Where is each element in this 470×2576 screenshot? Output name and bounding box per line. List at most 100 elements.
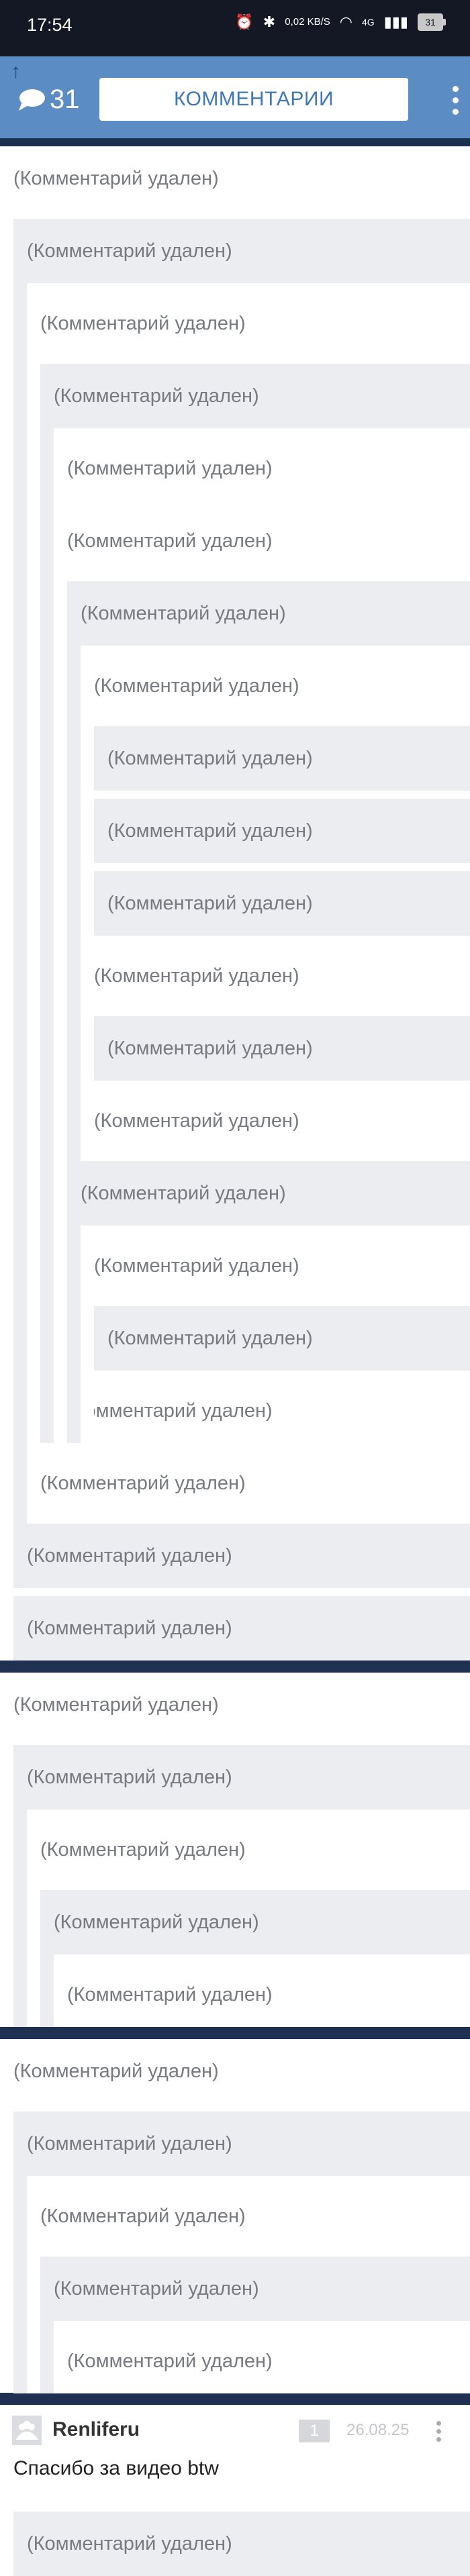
deleted-comment-label: (Комментарий удален) bbox=[54, 385, 259, 407]
deleted-comment-row[interactable]: (Комментарий удален) bbox=[0, 146, 470, 211]
thread-divider bbox=[0, 1661, 470, 1673]
deleted-comment-label: (Комментарий удален) bbox=[107, 748, 313, 769]
deleted-comment-label: (Комментарий удален) bbox=[27, 2533, 232, 2555]
deleted-comment-label: (Комментарий удален) bbox=[27, 1545, 232, 1567]
deleted-comment-row[interactable]: (Комментарий удален) bbox=[81, 944, 470, 1008]
deleted-comment-row[interactable]: (Комментарий удален) bbox=[54, 436, 470, 501]
deleted-comment-label: (Комментарий удален) bbox=[67, 458, 273, 479]
deleted-comment-row[interactable]: (Комментарий удален) bbox=[94, 726, 470, 791]
thread-indent-line bbox=[27, 2248, 40, 2393]
comment-menu-icon[interactable] bbox=[436, 2421, 441, 2442]
thread-indent-line bbox=[13, 2176, 27, 2393]
more-menu-icon[interactable] bbox=[453, 86, 459, 115]
thread-divider bbox=[0, 2027, 470, 2039]
deleted-comment-label: (Комментарий удален) bbox=[81, 1183, 286, 1204]
deleted-comment-label: (Комментарий удален) bbox=[27, 2133, 232, 2154]
alarm-icon: ⏰ bbox=[235, 13, 254, 30]
deleted-comment-label: (Комментарий удален) bbox=[40, 2206, 246, 2227]
deleted-comment-label: (Комментарий удален) bbox=[94, 1255, 299, 1277]
thread-indent-line bbox=[81, 1298, 94, 1443]
deleted-comment-row[interactable]: (Комментарий удален) bbox=[81, 1089, 470, 1153]
deleted-comment-label: (Комментарий удален) bbox=[54, 1912, 259, 1933]
deleted-comment-label: (Комментарий удален) bbox=[107, 1328, 313, 1349]
bluetooth-icon: ✱ bbox=[263, 13, 276, 30]
comment-bubble-icon bbox=[19, 89, 45, 111]
deleted-comment-label: (Комментарий удален) bbox=[40, 1839, 246, 1861]
comment-count: 31 bbox=[50, 85, 80, 114]
deleted-comment-label: (Комментарий удален) bbox=[67, 1984, 273, 2005]
deleted-comment-label: (Комментарий удален) bbox=[81, 603, 286, 624]
thread-indent-line bbox=[81, 718, 94, 1008]
deleted-comment-row[interactable]: (Комментарий удален) bbox=[27, 2184, 470, 2248]
deleted-comment-row[interactable]: (Комментарий удален) bbox=[13, 1596, 470, 1661]
deleted-comment-label: (Комментарий удален) bbox=[40, 1473, 246, 1494]
deleted-comment-label: (Комментарий удален) bbox=[13, 2061, 219, 2082]
deleted-comment-row[interactable]: (Комментарий удален) bbox=[94, 871, 470, 936]
thread-indent-line bbox=[81, 1008, 94, 1153]
deleted-comment-label: (Комментарий удален) bbox=[27, 1767, 232, 1788]
comments-title-button[interactable]: КОММЕНТАРИИ bbox=[99, 78, 408, 121]
deleted-comment-label: (Комментарий удален) bbox=[67, 530, 273, 552]
deleted-comment-row[interactable]: (Комментарий удален) bbox=[13, 1745, 470, 1810]
deleted-comment-label: (Комментарий удален) bbox=[27, 240, 232, 262]
deleted-comment-row[interactable]: (Комментарий удален) bbox=[94, 1016, 470, 1081]
thread-indent-line bbox=[40, 428, 54, 1443]
deleted-comment-label: (Комментарий удален) bbox=[67, 2350, 273, 2372]
deleted-comment-label: (Комментарий удален) bbox=[94, 675, 299, 697]
battery-icon: 31 bbox=[418, 13, 446, 31]
wifi-icon: ◠ bbox=[339, 13, 352, 30]
deleted-comment-row[interactable]: (Комментарий удален) bbox=[67, 581, 470, 646]
thread-indent-line bbox=[54, 573, 67, 1443]
deleted-comment-row[interactable]: (Комментарий удален) bbox=[54, 2329, 470, 2393]
deleted-comment-row[interactable]: (Комментарий удален) bbox=[13, 219, 470, 283]
thread-indent-line bbox=[67, 646, 81, 1226]
signal-icon: ▮▮▮ bbox=[383, 13, 408, 30]
deleted-comment-row[interactable]: (Комментарий удален) bbox=[27, 291, 470, 356]
deleted-comment-label: (Комментарий удален) bbox=[107, 1038, 313, 1059]
deleted-comment-row[interactable]: (Комментарий удален) bbox=[40, 2257, 470, 2321]
deleted-comment-row[interactable]: (Комментарий удален) bbox=[40, 364, 470, 428]
deleted-comment-label: (Комментарий удален) bbox=[107, 820, 313, 842]
deleted-comment-row[interactable]: (Комментарий удален) bbox=[13, 2112, 470, 2176]
deleted-comment-label: (Комментарий удален) bbox=[40, 313, 246, 334]
thread-indent-line bbox=[40, 1954, 54, 2027]
thread-divider bbox=[0, 2393, 470, 2405]
network-type: 4G bbox=[361, 17, 375, 28]
header-divider bbox=[0, 138, 470, 146]
network-speed: 0,02 KB/S bbox=[285, 16, 330, 28]
deleted-comment-row[interactable]: (Комментарий удален) bbox=[94, 799, 470, 863]
deleted-comment-label: (Комментарий удален) bbox=[27, 1618, 232, 1639]
deleted-comment-row[interactable]: (Комментарий удален) bbox=[54, 509, 470, 573]
deleted-comment-label: (Комментарий удален) bbox=[54, 2278, 259, 2299]
deleted-comment-row[interactable]: (Комментарий удален) bbox=[13, 2512, 470, 2576]
deleted-comment-label: (Комментарий удален) bbox=[94, 1110, 299, 1132]
status-time: 17:54 bbox=[27, 15, 73, 35]
deleted-comment-row[interactable]: (Комментарий удален) bbox=[13, 1524, 470, 1588]
deleted-comment-row[interactable]: (Комментарий удален) bbox=[81, 1234, 470, 1298]
status-bar: 17:54 ⏰ ✱ 0,02 KB/S ◠ 4G ▮▮▮ 31 bbox=[0, 0, 470, 56]
deleted-comment-label: (Комментарий удален) bbox=[107, 893, 313, 914]
deleted-comment-row[interactable]: (Комментарий удален) bbox=[67, 1161, 470, 1226]
thread-indent-line bbox=[13, 1810, 27, 2027]
deleted-comment-row[interactable]: (Комментарий удален) bbox=[54, 1963, 470, 2027]
deleted-comment-row[interactable]: (Комментарий удален) bbox=[27, 1818, 470, 1882]
comment-text: Спасибо за видео btw bbox=[13, 2457, 219, 2479]
thread-indent-line bbox=[27, 356, 40, 1516]
deleted-comment-row[interactable]: (Комментарий удален) bbox=[40, 1890, 470, 1954]
comment-date: 26.08.25 bbox=[346, 2421, 410, 2439]
comment-item[interactable]: Renliferu 1 26.08.25 Спасибо за видео bt… bbox=[0, 2406, 470, 2500]
deleted-comment-row[interactable]: (Комментарий удален) bbox=[27, 1451, 470, 1516]
deleted-comment-row[interactable]: (Комментарий удален) bbox=[81, 654, 470, 718]
deleted-comment-row[interactable]: (Комментарий удален) bbox=[94, 1306, 470, 1371]
avatar-icon[interactable] bbox=[12, 2416, 42, 2445]
deleted-comment-row[interactable]: (Комментарий удален) bbox=[54, 1379, 470, 1443]
app-header: ↑ 31 КОММЕНТАРИИ bbox=[0, 56, 470, 138]
comment-count-button[interactable]: 31 bbox=[17, 85, 80, 115]
deleted-comment-row[interactable]: (Комментарий удален) bbox=[0, 2039, 470, 2103]
status-icons: ⏰ ✱ 0,02 KB/S ◠ 4G ▮▮▮ 31 bbox=[235, 13, 446, 31]
scroll-up-icon[interactable]: ↑ bbox=[11, 62, 21, 82]
comment-author[interactable]: Renliferu bbox=[52, 2418, 140, 2441]
deleted-comment-label: (Комментарий удален) bbox=[13, 168, 219, 189]
deleted-comment-row[interactable]: (Комментарий удален) bbox=[0, 1673, 470, 1737]
thread-indent-line bbox=[67, 1226, 81, 1443]
